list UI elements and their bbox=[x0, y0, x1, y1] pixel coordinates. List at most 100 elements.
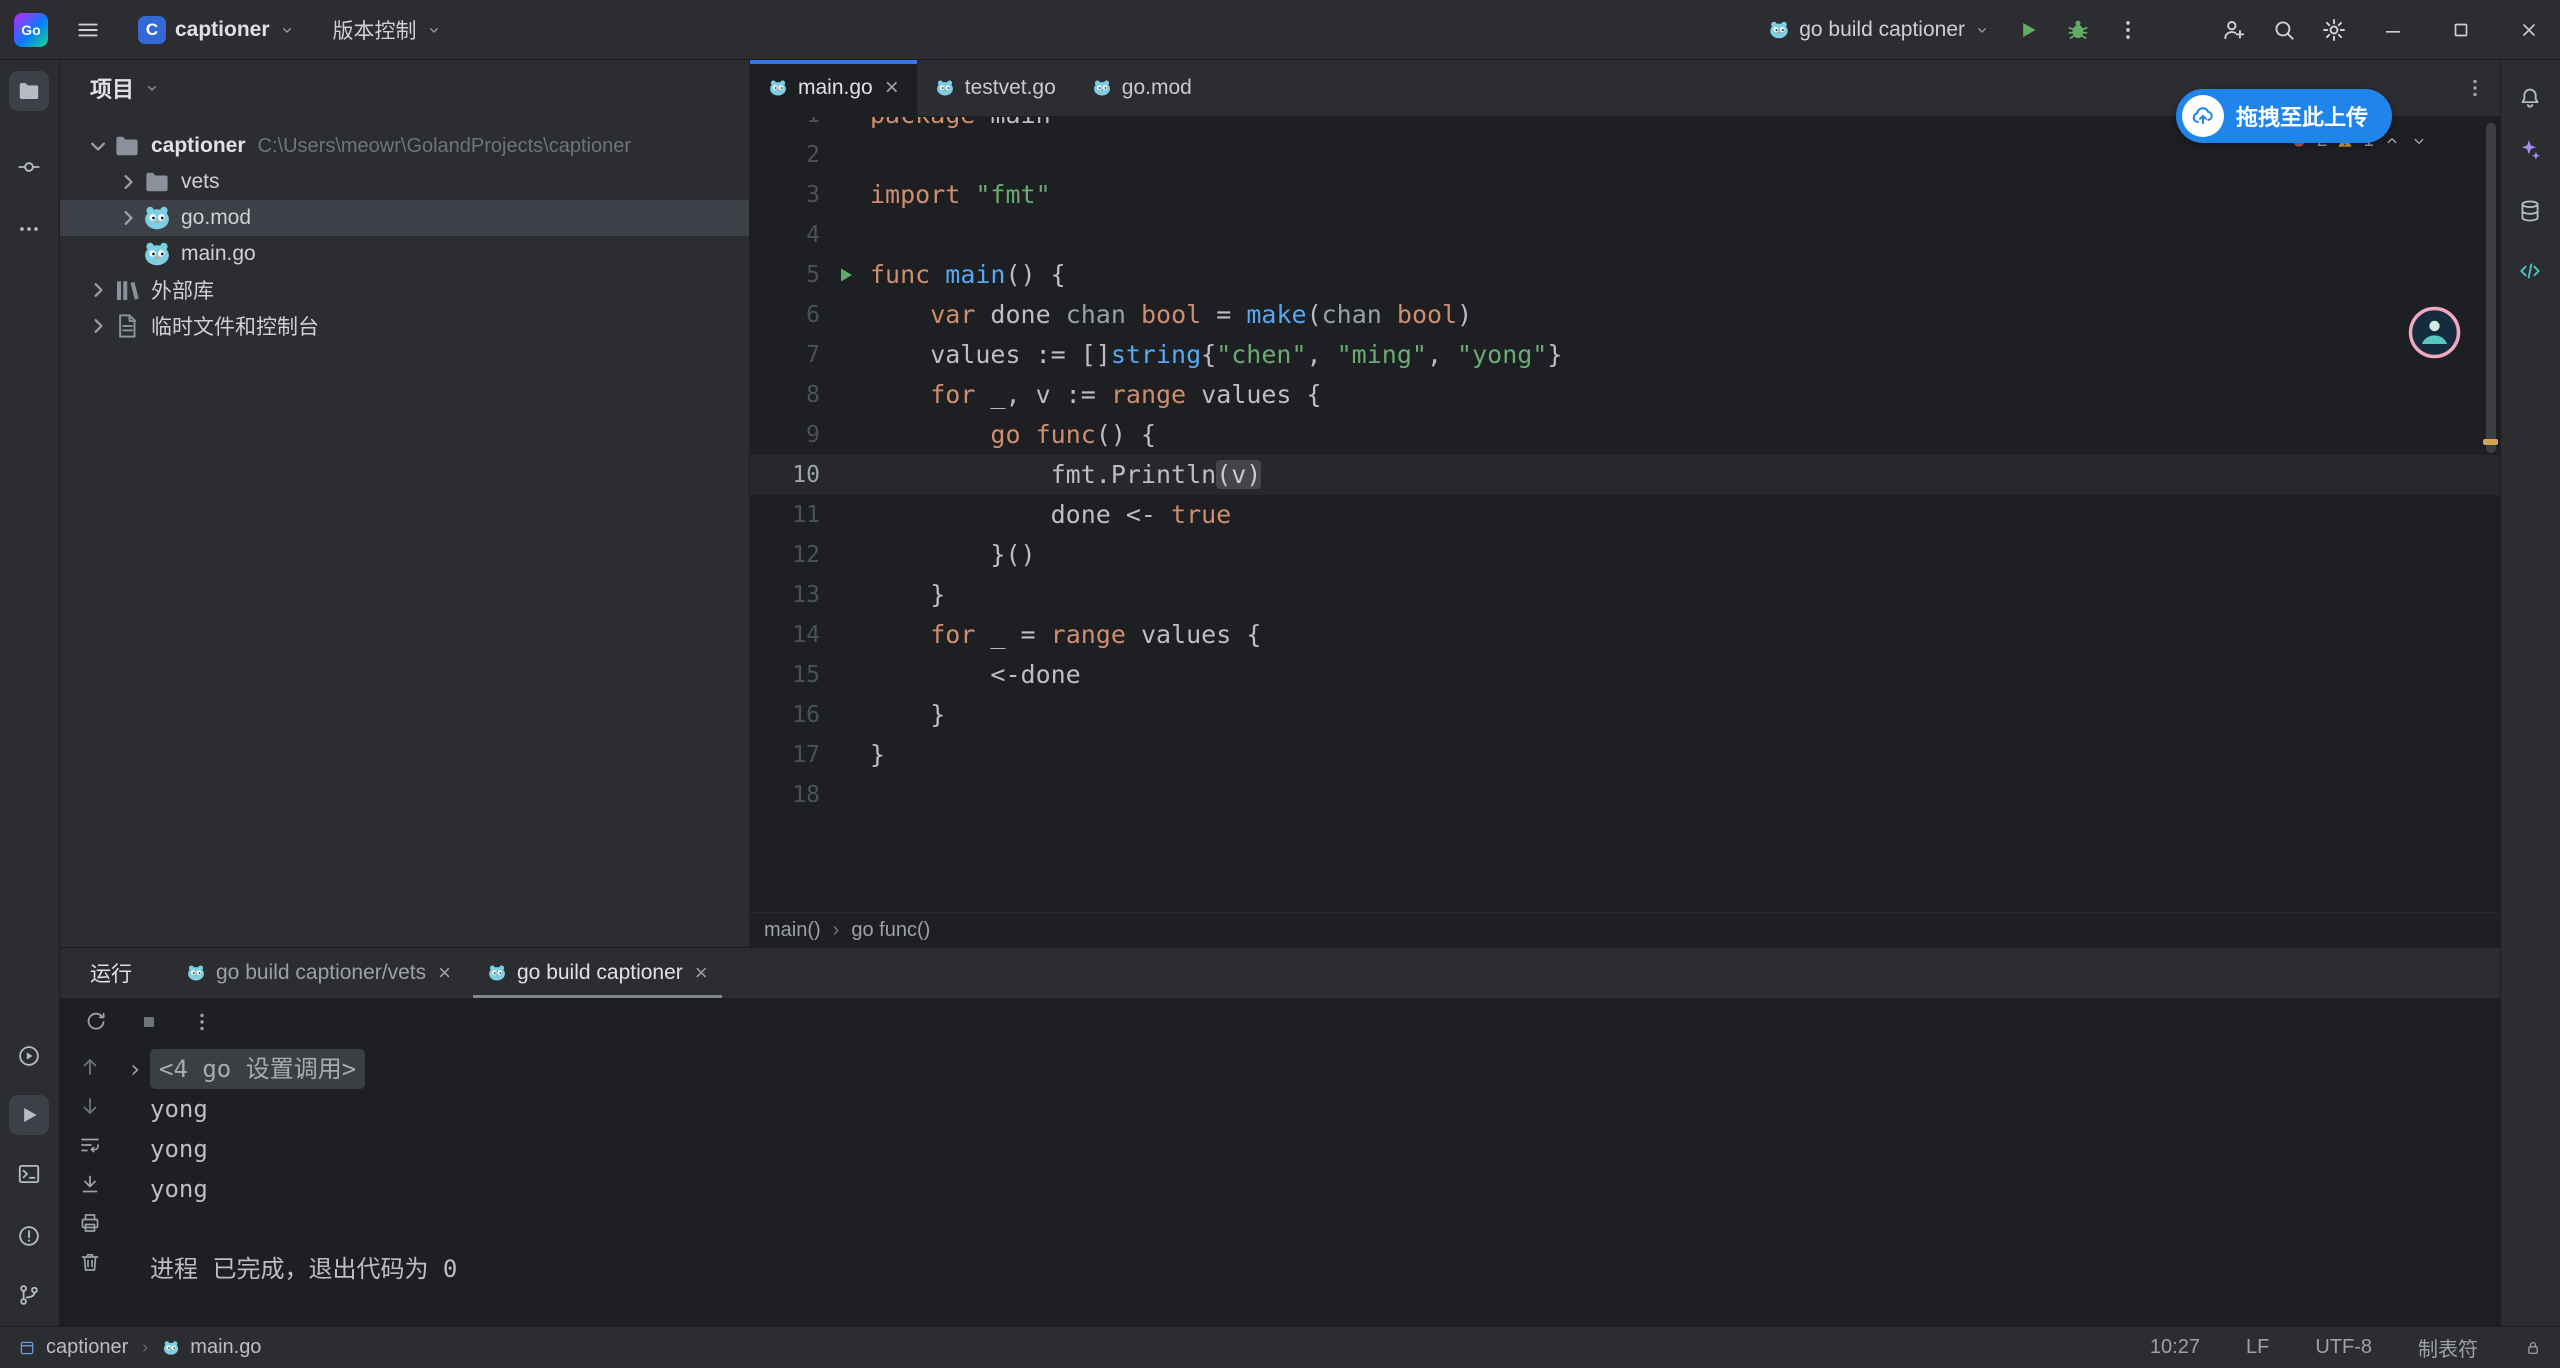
tool-strip-commit-icon[interactable] bbox=[9, 147, 49, 187]
tool-strip-problems-icon[interactable] bbox=[9, 1216, 49, 1256]
debug-button[interactable] bbox=[2056, 8, 2100, 52]
settings-gear-icon[interactable] bbox=[2312, 8, 2356, 52]
tree-item-main-go[interactable]: main.go bbox=[60, 236, 749, 272]
line-number: 5 bbox=[750, 255, 870, 295]
code-line-3[interactable]: 3import "fmt" bbox=[750, 175, 2500, 215]
project-widget[interactable]: C captioner bbox=[128, 10, 305, 50]
editor-tab-testvet-go[interactable]: testvet.go bbox=[917, 60, 1074, 116]
search-everywhere-icon[interactable] bbox=[2262, 8, 2306, 52]
chevron-right-icon[interactable] bbox=[84, 317, 112, 335]
tree-item-captioner[interactable]: captionerC:\Users\meowr\GolandProjects\c… bbox=[60, 128, 749, 164]
next-problem-icon[interactable] bbox=[2410, 132, 2428, 150]
code-line-4[interactable]: 4 bbox=[750, 215, 2500, 255]
breadcrumb-item[interactable]: go func() bbox=[851, 919, 930, 942]
code-line-6[interactable]: 6 var done chan bool = make(chan bool) bbox=[750, 295, 2500, 335]
editor-tab-go-mod[interactable]: go.mod bbox=[1074, 60, 1210, 116]
chevron-right-icon[interactable] bbox=[114, 209, 142, 227]
rerun-icon[interactable] bbox=[84, 1010, 108, 1034]
folded-console-text[interactable]: <4 go 设置调用> bbox=[150, 1049, 365, 1089]
run-console[interactable]: ›<4 go 设置调用>yongyongyong进程 已完成，退出代码为 0 bbox=[60, 1045, 2500, 1326]
code-text: go func() { bbox=[870, 415, 1156, 455]
tree-item-external-libraries[interactable]: 外部库 bbox=[60, 272, 749, 308]
scroll-to-end-icon[interactable] bbox=[78, 1172, 102, 1196]
project-name: captioner bbox=[175, 18, 270, 42]
clear-console-icon[interactable] bbox=[78, 1250, 102, 1274]
tool-strip-project-icon[interactable] bbox=[9, 71, 49, 111]
code-line-17[interactable]: 17} bbox=[750, 735, 2500, 775]
run-config-selector[interactable]: go build captioner bbox=[1758, 12, 2000, 48]
main-menu-icon[interactable] bbox=[66, 8, 110, 52]
tool-strip-git-icon[interactable] bbox=[9, 1275, 49, 1315]
print-icon[interactable] bbox=[78, 1211, 102, 1235]
run-tool-window: 运行 go build captioner/vets×go build capt… bbox=[60, 947, 2500, 1326]
editor-tab-main-go[interactable]: main.go× bbox=[750, 60, 917, 116]
vcs-widget[interactable]: 版本控制 bbox=[323, 9, 452, 51]
run-button[interactable] bbox=[2006, 8, 2050, 52]
run-tab-captioner-vets[interactable]: go build captioner/vets× bbox=[168, 948, 469, 998]
tool-strip-services-icon[interactable] bbox=[9, 1036, 49, 1076]
scrollbar-warning-mark bbox=[2483, 439, 2498, 445]
maximize-button[interactable] bbox=[2430, 0, 2492, 60]
code-editor[interactable]: 1package main23import "fmt"45func main()… bbox=[750, 117, 2500, 912]
tool-strip-terminal-icon[interactable] bbox=[9, 1154, 49, 1194]
code-line-11[interactable]: 11 done <- true bbox=[750, 495, 2500, 535]
tree-item-vets[interactable]: vets bbox=[60, 164, 749, 200]
tool-strip-notifications-icon[interactable] bbox=[2510, 78, 2550, 118]
tool-strip-endpoints-icon[interactable] bbox=[2510, 251, 2550, 291]
code-line-5[interactable]: 5func main() { bbox=[750, 255, 2500, 295]
tool-strip-ai-assistant-icon[interactable] bbox=[2510, 130, 2550, 170]
title-bar: Go C captioner 版本控制 go build captioner bbox=[0, 0, 2560, 60]
code-text: } bbox=[870, 695, 945, 735]
stop-icon[interactable] bbox=[138, 1011, 160, 1033]
tool-strip-run-icon[interactable] bbox=[9, 1095, 49, 1135]
editor-options-icon[interactable] bbox=[2450, 60, 2500, 116]
code-line-15[interactable]: 15 <-done bbox=[750, 655, 2500, 695]
prev-problem-icon[interactable] bbox=[2383, 132, 2401, 150]
arrow-up-icon[interactable] bbox=[78, 1055, 102, 1079]
arrow-down-icon[interactable] bbox=[78, 1094, 102, 1118]
chevron-down-icon[interactable] bbox=[84, 137, 112, 155]
run-line-icon[interactable] bbox=[834, 263, 858, 287]
close-tab-icon[interactable]: × bbox=[438, 962, 451, 984]
status-file: main.go bbox=[190, 1336, 261, 1359]
status-indent-style[interactable]: 制表符 bbox=[2418, 1333, 2478, 1362]
status-breadcrumb[interactable]: captionermain.go bbox=[18, 1336, 261, 1359]
code-line-13[interactable]: 13 } bbox=[750, 575, 2500, 615]
status-caret-position[interactable]: 10:27 bbox=[2150, 1336, 2200, 1359]
lock-icon[interactable] bbox=[2524, 1339, 2542, 1357]
close-tab-icon[interactable]: × bbox=[695, 962, 708, 984]
code-line-16[interactable]: 16 } bbox=[750, 695, 2500, 735]
close-tab-icon[interactable]: × bbox=[885, 76, 899, 100]
editor-scrollbar[interactable] bbox=[2486, 123, 2496, 453]
chevron-down-icon[interactable] bbox=[144, 80, 160, 96]
tree-item-go-mod[interactable]: go.mod bbox=[60, 200, 749, 236]
tool-strip-more-tool-windows-icon[interactable] bbox=[9, 209, 49, 249]
minimize-button[interactable] bbox=[2362, 0, 2424, 60]
floating-badge[interactable] bbox=[2408, 306, 2461, 359]
code-line-9[interactable]: 9 go func() { bbox=[750, 415, 2500, 455]
chevron-right-icon[interactable] bbox=[114, 173, 142, 191]
tree-item-label: 外部库 bbox=[151, 275, 214, 305]
code-with-me-icon[interactable] bbox=[2212, 8, 2256, 52]
status-line-ending[interactable]: LF bbox=[2246, 1336, 2269, 1359]
close-button[interactable] bbox=[2498, 0, 2560, 60]
line-number: 17 bbox=[750, 735, 870, 775]
code-line-7[interactable]: 7 values := []string{"chen", "ming", "yo… bbox=[750, 335, 2500, 375]
run-options-icon[interactable] bbox=[190, 1010, 214, 1034]
chevron-right-icon[interactable] bbox=[84, 281, 112, 299]
fold-chevron-icon[interactable]: › bbox=[120, 1049, 150, 1089]
tool-strip-database-icon[interactable] bbox=[2510, 191, 2550, 231]
upload-overlay[interactable]: 拖拽至此上传 bbox=[2176, 89, 2392, 143]
more-actions-icon[interactable] bbox=[2106, 8, 2150, 52]
code-line-18[interactable]: 18 bbox=[750, 775, 2500, 815]
code-line-10[interactable]: 10 fmt.Println(v) bbox=[750, 455, 2500, 495]
tree-item-scratches-and-consoles[interactable]: 临时文件和控制台 bbox=[60, 308, 749, 344]
code-line-12[interactable]: 12 }() bbox=[750, 535, 2500, 575]
code-line-14[interactable]: 14 for _ = range values { bbox=[750, 615, 2500, 655]
status-file-encoding[interactable]: UTF-8 bbox=[2315, 1336, 2372, 1359]
code-text: for _ = range values { bbox=[870, 615, 1261, 655]
run-tab-captioner[interactable]: go build captioner× bbox=[469, 948, 726, 998]
breadcrumb-item[interactable]: main() bbox=[764, 919, 821, 942]
soft-wrap-icon[interactable] bbox=[78, 1133, 102, 1157]
code-line-8[interactable]: 8 for _, v := range values { bbox=[750, 375, 2500, 415]
